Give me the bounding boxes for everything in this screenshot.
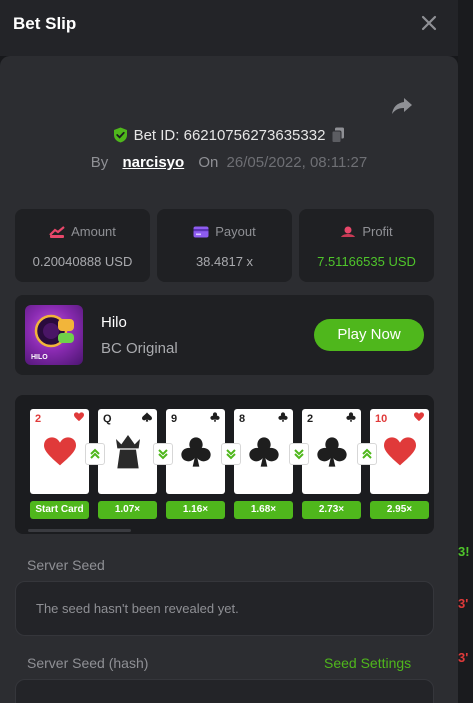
- amount-stat: Amount 0.20040888 USD: [15, 209, 150, 282]
- bet-id: Bet ID: 66210756273635332: [133, 127, 326, 144]
- spades-pip-icon: [142, 412, 152, 422]
- username-link[interactable]: narcisyo: [122, 154, 184, 171]
- on-label: On: [198, 154, 219, 171]
- shield-check-icon: [113, 127, 128, 147]
- clubs-pip-icon: [346, 412, 356, 422]
- playing-card: 8: [234, 409, 293, 494]
- background-fragment: 3!: [458, 544, 470, 559]
- hearts-pip-icon: [74, 412, 84, 422]
- multiplier-badge: 1.16×: [166, 501, 225, 519]
- profit-value: 7.51166535 USD: [317, 254, 416, 269]
- multiplier-badge: 2.95×: [370, 501, 429, 519]
- hilo-logo-text: HILO: [31, 354, 48, 361]
- playing-card: 2: [302, 409, 361, 494]
- profit-icon: [341, 226, 356, 237]
- lower-arrow-icon: [221, 443, 241, 465]
- higher-arrow-icon: [85, 443, 105, 465]
- chevron-down-icon: [226, 449, 236, 460]
- chevron-down-icon: [158, 449, 168, 460]
- hilo-logo-icon: HILO: [31, 314, 74, 361]
- clubs-icon: [249, 437, 279, 467]
- amount-value: 0.20040888 USD: [32, 254, 133, 269]
- multiplier-badge: 2.73×: [302, 501, 361, 519]
- payout-value: 38.4817 x: [195, 254, 254, 269]
- share-icon: [392, 98, 412, 114]
- coins-icon: [49, 226, 65, 238]
- horizontal-scrollbar[interactable]: [28, 529, 131, 532]
- card-rank: 10: [375, 413, 388, 425]
- clubs-icon: [181, 437, 211, 467]
- higher-arrow-icon: [357, 443, 377, 465]
- hearts-icon: [384, 437, 416, 466]
- modal-header: Bet Slip: [0, 0, 458, 56]
- chevron-up-icon: [362, 448, 372, 459]
- bet-date: 26/05/2022, 08:11:27: [226, 154, 368, 171]
- lower-arrow-icon: [153, 443, 173, 465]
- hearts-icon: [44, 437, 76, 466]
- chevron-up-icon: [90, 448, 100, 459]
- server-seed-field: The seed hasn't been revealed yet.: [15, 581, 434, 636]
- card-rank: 2: [307, 413, 314, 425]
- copy-icon: [331, 127, 345, 143]
- profit-stat: Profit 7.51166535 USD: [299, 209, 434, 282]
- seed-settings-link[interactable]: Seed Settings: [324, 655, 411, 671]
- server-seed-hash-field: [15, 679, 434, 703]
- modal-title: Bet Slip: [13, 14, 77, 33]
- card-rank: 8: [239, 413, 246, 425]
- profit-label-row: Profit: [299, 224, 434, 239]
- close-button[interactable]: [418, 12, 440, 34]
- server-seed-hash-label: Server Seed (hash): [27, 655, 149, 671]
- multiplier-badge: Start Card: [30, 501, 89, 519]
- chevron-down-icon: [294, 449, 304, 460]
- close-icon: [421, 15, 437, 31]
- multiplier-badge: 1.68×: [234, 501, 293, 519]
- card-icon: [193, 226, 209, 238]
- amount-label-row: Amount: [15, 224, 150, 239]
- profit-label: Profit: [362, 224, 393, 239]
- hearts-pip-icon: [414, 412, 424, 422]
- playing-card: 10: [370, 409, 429, 494]
- background-fragment: 3': [458, 596, 469, 611]
- play-now-button[interactable]: Play Now: [314, 319, 424, 351]
- payout-stat: Payout 38.4817 x: [157, 209, 292, 282]
- clubs-pip-icon: [210, 412, 220, 422]
- card-rank: Q: [103, 413, 112, 425]
- card-rank: 9: [171, 413, 178, 425]
- queen-figure-icon: [116, 435, 140, 469]
- share-button[interactable]: [390, 96, 414, 116]
- amount-label: Amount: [71, 224, 116, 239]
- copy-button[interactable]: [331, 127, 345, 147]
- hilo-cards-strip: 2 Start Card Q 1.07× 9 1.16× 8 1.68× 2 2.73× 10 2.9…: [15, 395, 434, 534]
- payout-label: Payout: [215, 224, 256, 239]
- background-strip: 3! 3' 3': [458, 0, 473, 703]
- bet-owner-row: By narcisyo On 26/05/2022, 08:11:27: [0, 154, 458, 171]
- game-thumbnail[interactable]: HILO: [25, 305, 83, 365]
- game-row: HILO Hilo BC Original Play Now: [15, 295, 434, 375]
- game-provider: BC Original: [101, 340, 178, 357]
- card-rank: 2: [35, 413, 42, 425]
- playing-card: 2: [30, 409, 89, 494]
- bet-id-row: Bet ID: 66210756273635332: [0, 127, 458, 147]
- multiplier-badge: 1.07×: [98, 501, 157, 519]
- by-label: By: [90, 154, 109, 171]
- clubs-pip-icon: [278, 412, 288, 422]
- server-seed-value: The seed hasn't been revealed yet.: [36, 601, 239, 616]
- lower-arrow-icon: [289, 443, 309, 465]
- payout-label-row: Payout: [157, 224, 292, 239]
- playing-card: 9: [166, 409, 225, 494]
- server-seed-label: Server Seed: [27, 557, 105, 573]
- playing-card: Q: [98, 409, 157, 494]
- background-fragment: 3': [458, 650, 469, 665]
- game-name: Hilo: [101, 314, 127, 331]
- clubs-icon: [317, 437, 347, 467]
